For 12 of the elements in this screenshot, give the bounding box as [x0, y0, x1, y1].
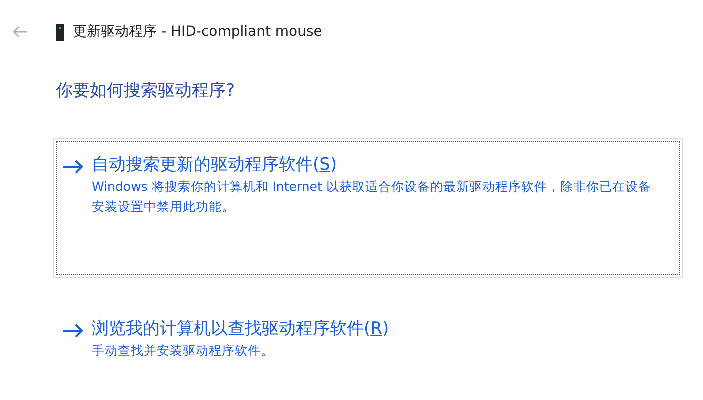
option-title: 浏览我的计算机以查找驱动程序软件(R): [92, 318, 390, 341]
option-link[interactable]: 自动搜索更新的驱动程序软件(S) Windows 将搜索你的计算机和 Internet 以获取适合你设备的最新驱动程序软件，除非你已在设备安装设置中禁用此功能。: [53, 138, 683, 278]
option-description: Windows 将搜索你的计算机和 Internet 以获取适合你设备的最新驱动程序软件，除非你已在设备安装设置中禁用此功能。: [92, 178, 652, 216]
device-icon: [56, 24, 64, 40]
back-arrow-icon: [12, 26, 28, 38]
arrow-icon: [62, 324, 84, 338]
page-heading: 你要如何搜索驱动程序?: [56, 80, 236, 102]
window-title: 更新驱动程序 - HID-compliant mouse: [73, 23, 322, 41]
option-link[interactable]: 浏览我的计算机以查找驱动程序软件(R) 手动查找并安装驱动程序软件。: [53, 302, 683, 370]
arrow-icon: [62, 160, 84, 174]
option-description: 手动查找并安装驱动程序软件。: [92, 342, 275, 360]
option-title: 自动搜索更新的驱动程序软件(S): [92, 154, 338, 177]
